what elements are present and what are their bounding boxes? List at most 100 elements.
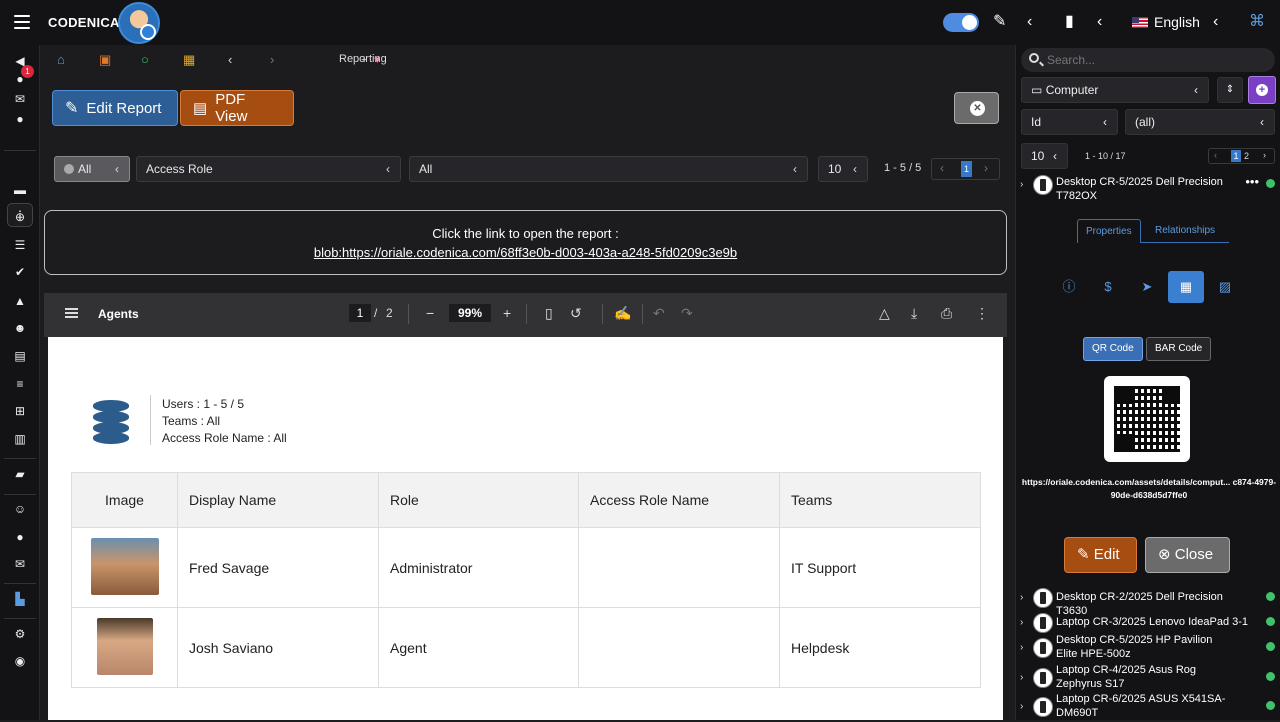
sort-field-select[interactable]: Id ‹	[1021, 109, 1118, 135]
close-report-button[interactable]: ✕	[954, 92, 999, 124]
chevron-left-icon[interactable]: ‹	[1213, 13, 1218, 31]
bar-code-tab[interactable]: BAR Code	[1146, 337, 1212, 361]
page-button[interactable]: 1	[1231, 150, 1241, 162]
chat-icon[interactable]: ●	[13, 112, 27, 126]
pdf-page-input[interactable]: 1	[349, 304, 371, 322]
briefcase-icon[interactable]: ▣	[99, 53, 111, 67]
redo-icon[interactable]: ↷	[681, 305, 693, 321]
undo-icon[interactable]: ↶	[653, 305, 665, 321]
more-icon[interactable]: ⋮	[975, 305, 989, 321]
zoom-out-icon[interactable]: −	[426, 305, 434, 321]
prev-page-button[interactable]: ‹	[940, 161, 944, 175]
heart-icon[interactable]: ♥	[374, 53, 381, 67]
add-tab-button[interactable]: +	[361, 53, 367, 67]
language-selector[interactable]: English	[1154, 14, 1200, 30]
list-item[interactable]: › Desktop CR-5/2025 HP Pavilion Elite HP…	[1020, 633, 1275, 663]
cart-icon[interactable]: ⊞	[13, 404, 27, 418]
info-icon[interactable]: ⓘ	[1051, 271, 1087, 303]
laptop-thumb	[1033, 613, 1053, 633]
page-button[interactable]: 1	[961, 161, 972, 177]
list-icon[interactable]: ☰	[13, 238, 27, 252]
value-select[interactable]: All ‹	[409, 156, 808, 182]
prev-page-button[interactable]: ‹	[1214, 150, 1217, 160]
category-select[interactable]: ▭ Computer ‹	[1021, 77, 1209, 103]
page-size-select[interactable]: 10 ‹	[1021, 143, 1068, 169]
user-icon[interactable]: ☺	[13, 502, 27, 516]
qr-code-icon[interactable]: ▦	[1168, 271, 1204, 303]
chevron-left-icon[interactable]: ‹	[1027, 13, 1032, 31]
sort-value-select[interactable]: (all) ‹	[1125, 109, 1275, 135]
field-select[interactable]: Access Role ‹	[136, 156, 401, 182]
mail-icon[interactable]: ✉	[13, 92, 27, 106]
search-icon[interactable]: ○	[141, 53, 149, 67]
location-arrow-icon[interactable]: ➤	[1129, 271, 1165, 303]
annotate-icon[interactable]: ✍	[614, 305, 631, 321]
calendar-icon[interactable]: ▦	[183, 53, 195, 67]
user-plus-icon[interactable]: ☻	[13, 321, 27, 335]
logo-avatar[interactable]	[118, 2, 160, 44]
globe-icon[interactable]: ◉	[13, 654, 27, 668]
edit-report-button[interactable]: ✎ Edit Report	[52, 90, 178, 126]
scope-filter[interactable]: All ‹	[54, 156, 130, 182]
chevron-left-icon[interactable]: ‹	[1097, 13, 1102, 31]
search-icon	[1029, 53, 1039, 63]
sort-button[interactable]: ⇕	[1217, 77, 1243, 103]
list-item[interactable]: › Laptop CR-4/2025 Asus Rog Zephyrus S17	[1020, 663, 1275, 693]
image-icon[interactable]: ▨	[1207, 271, 1243, 303]
add-asset-button[interactable]: +	[1248, 76, 1276, 104]
zoom-level[interactable]: 99%	[449, 304, 491, 322]
sitemap-icon[interactable]: ⌘	[1249, 13, 1265, 31]
more-icon[interactable]: •••	[1245, 175, 1259, 189]
home-icon[interactable]: ⌂	[57, 53, 65, 67]
book-icon[interactable]: ▥	[13, 432, 27, 446]
menu-icon[interactable]	[14, 15, 30, 29]
edit-button[interactable]: ✎ Edit	[1064, 537, 1137, 573]
save-drive-icon[interactable]: △	[879, 305, 890, 321]
page-size-select[interactable]: 10 ‹	[818, 156, 868, 182]
list-item-selected[interactable]: › Desktop CR-5/2025 Dell Precision T782O…	[1020, 175, 1275, 205]
next-page-button[interactable]: ›	[1263, 150, 1266, 160]
search-input[interactable]	[1047, 51, 1267, 69]
chevron-left-icon[interactable]: ‹	[228, 53, 232, 67]
add-circle-icon[interactable]: ⊕	[13, 210, 27, 224]
thumbs-up-icon[interactable]: ▲	[13, 294, 27, 308]
report-link[interactable]: blob:https://oriale.codenica.com/68ff3e0…	[45, 245, 1006, 260]
list-item[interactable]: › Desktop CR-2/2025 Dell Precision T3630	[1020, 588, 1275, 617]
chevron-right-icon[interactable]: ›	[270, 53, 274, 67]
tab-properties[interactable]: Properties	[1077, 219, 1141, 243]
table-cell: Agent	[378, 607, 579, 688]
gear-icon[interactable]: ⚙	[13, 627, 27, 641]
rotate-icon[interactable]: ↺	[570, 305, 582, 321]
ticket-icon[interactable]: ▬	[13, 183, 27, 197]
close-button[interactable]: ⊗ Close	[1145, 537, 1230, 573]
bookmark-icon[interactable]: ▮	[1065, 13, 1074, 31]
divider	[602, 304, 603, 324]
dollar-icon[interactable]: $	[1090, 271, 1126, 303]
comment-icon[interactable]: ●	[13, 530, 27, 544]
menu-icon[interactable]	[65, 308, 78, 318]
theme-toggle[interactable]	[943, 13, 979, 32]
top-bar: CODENICA ✎ ‹ ▮ ‹ English ‹ ⌘	[0, 0, 1280, 45]
list-item[interactable]: › Laptop CR-3/2025 Lenovo IdeaPad 3-1	[1020, 613, 1275, 635]
zoom-in-icon[interactable]: +	[503, 305, 511, 321]
envelope-icon[interactable]: ✉	[13, 557, 27, 571]
pdf-view-button[interactable]: ▤ PDF View	[180, 90, 294, 126]
fit-page-icon[interactable]: ▯	[545, 305, 553, 321]
tasks-icon[interactable]: ≡	[13, 377, 27, 391]
download-icon[interactable]: ⤓	[911, 305, 917, 321]
brush-icon[interactable]: ✎	[993, 13, 1006, 31]
chevron-left-icon: ‹	[853, 162, 857, 176]
note-icon[interactable]: ▤	[13, 349, 27, 363]
page-button[interactable]: 2	[1244, 150, 1249, 162]
bar-chart-icon[interactable]: ▙	[13, 592, 27, 606]
checklist-icon[interactable]: ✔	[13, 265, 27, 279]
us-flag-icon[interactable]	[1132, 17, 1148, 28]
qr-code-tab[interactable]: QR Code	[1083, 337, 1143, 361]
tab-relationships[interactable]: Relationships	[1147, 219, 1223, 243]
next-page-button[interactable]: ›	[984, 161, 988, 175]
list-item[interactable]: › Laptop CR-6/2025 ASUS X541SA-DM690T	[1020, 692, 1275, 722]
folder-icon[interactable]: ▰	[13, 467, 27, 481]
scope-value: All	[78, 162, 92, 176]
chevron-left-icon: ‹	[1194, 83, 1198, 97]
print-icon[interactable]: ⎙	[941, 305, 952, 321]
